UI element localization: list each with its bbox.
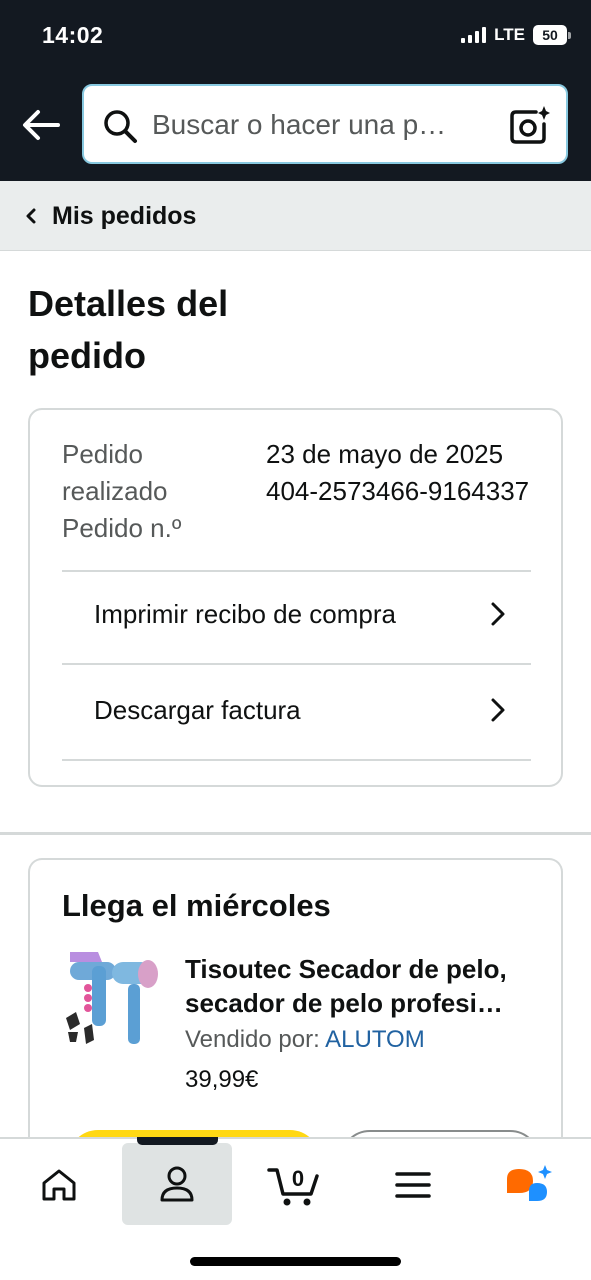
battery-icon: 50 — [533, 25, 571, 45]
status-indicators: LTE 50 — [461, 25, 571, 45]
nav-menu[interactable] — [358, 1145, 468, 1225]
product-title[interactable]: Tisoutec Secador de pelo, secador de pel… — [185, 952, 535, 1020]
order-info-values: 23 de mayo de 2025 404-2573466-9164337 — [266, 439, 530, 506]
rufus-icon — [507, 1165, 552, 1201]
menu-icon — [395, 1172, 431, 1198]
delivery-title: Llega el miércoles — [62, 888, 331, 923]
app-header: 14:02 LTE 50 Buscar o hacer una p… — [0, 0, 591, 181]
search-icon — [104, 110, 137, 143]
print-receipt-link[interactable]: Imprimir recibo de compra — [62, 568, 531, 660]
home-icon — [42, 1169, 76, 1201]
download-invoice-label: Descargar factura — [94, 694, 301, 725]
network-label: LTE — [494, 25, 525, 44]
seller-prefix: Vendido por: — [185, 1026, 326, 1053]
nav-account[interactable] — [122, 1143, 232, 1225]
print-receipt-label: Imprimir recibo de compra — [94, 598, 396, 629]
section-divider — [0, 832, 591, 835]
page-title: Detalles del pedido — [28, 283, 229, 376]
breadcrumb-my-orders[interactable]: Mis pedidos — [24, 181, 196, 251]
search-bar[interactable]: Buscar o hacer una p… — [82, 84, 568, 164]
order-info-labels: Pedido realizado Pedido n.º — [62, 439, 182, 543]
cart-count: 0 — [292, 1166, 304, 1191]
nav-rufus[interactable] — [476, 1145, 586, 1225]
back-arrow-icon[interactable] — [20, 104, 62, 146]
chevron-right-icon — [491, 602, 505, 626]
nav-home[interactable] — [4, 1145, 114, 1225]
search-input[interactable]: Buscar o hacer una p… — [152, 106, 482, 144]
bottom-nav: 0 — [0, 1137, 591, 1280]
signal-icon — [461, 27, 487, 43]
divider — [62, 759, 531, 761]
product-image[interactable] — [62, 948, 162, 1052]
order-info-card: Pedido realizado Pedido n.º 23 de mayo d… — [28, 408, 563, 787]
product-price: 39,99€ — [185, 1066, 259, 1093]
status-time: 14:02 — [42, 22, 104, 48]
breadcrumb: Mis pedidos — [0, 181, 591, 251]
camera-sparkle-icon[interactable] — [508, 104, 550, 146]
breadcrumb-label: Mis pedidos — [52, 201, 197, 230]
seller-link[interactable]: ALUTOM — [325, 1026, 425, 1053]
download-invoice-link[interactable]: Descargar factura — [62, 664, 531, 756]
home-indicator — [190, 1257, 401, 1266]
chevron-left-icon — [26, 208, 36, 224]
active-tab-indicator — [137, 1137, 218, 1145]
account-icon — [160, 1166, 194, 1202]
chevron-right-icon — [491, 698, 505, 722]
nav-cart[interactable]: 0 — [240, 1145, 350, 1225]
cart-icon: 0 — [267, 1166, 319, 1206]
seller-line: Vendido por: ALUTOM — [185, 1026, 425, 1054]
